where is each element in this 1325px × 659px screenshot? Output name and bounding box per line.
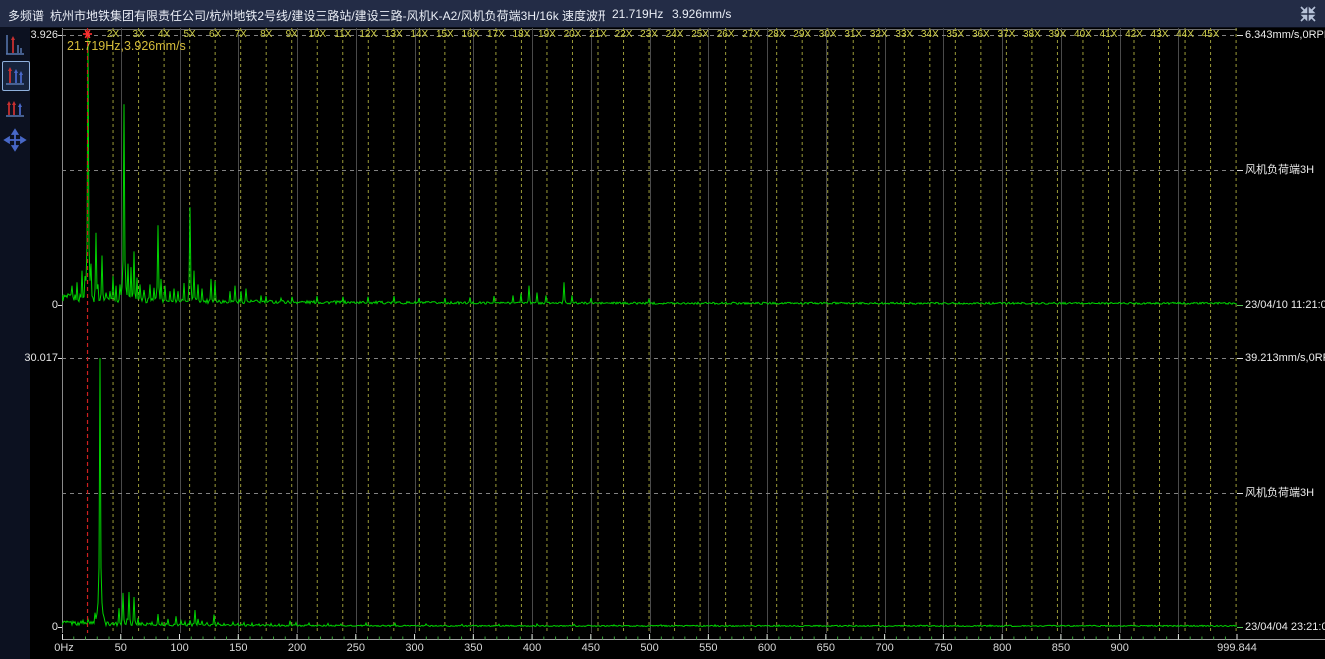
collapse-icon[interactable]: [1299, 5, 1317, 23]
harmonic-spectrum-icon: [3, 95, 27, 121]
x-axis-tick-label: 750: [934, 642, 952, 654]
x-axis-end-label: 999.844: [1217, 642, 1257, 654]
x-axis-tick-label: 650: [817, 642, 835, 654]
pan-move-icon: [3, 127, 27, 153]
multi-spectrum-tool[interactable]: [2, 61, 30, 91]
pan-move-tool[interactable]: [2, 126, 30, 156]
harmonic-spectrum-tool[interactable]: [2, 94, 30, 124]
chart2-ymax-label: 30.017: [18, 352, 58, 364]
multi-spectrum-icon: [3, 62, 27, 88]
tool-sidebar: [0, 27, 30, 659]
x-axis-tick-label: 400: [523, 642, 541, 654]
x-axis-tick-label: 800: [993, 642, 1011, 654]
x-axis-origin-label: 0Hz: [54, 642, 74, 654]
spectrum-plot-area[interactable]: 21.719Hz,3.926mm/s 2X3X4X5X6X7X8X9X10X11…: [62, 28, 1237, 633]
app-title: 多频谱: [8, 7, 44, 24]
x-axis-tick-label: 250: [347, 642, 365, 654]
chart1-overall-label: 6.343mm/s,0RPM: [1245, 29, 1325, 41]
x-axis-tick-label: 50: [115, 642, 127, 654]
chart2-overall-label: 39.213mm/s,0RPM: [1245, 352, 1325, 364]
cursor-value-label: 21.719Hz,3.926mm/s: [67, 39, 186, 53]
chart1-date-label: 23/04/10 11:21:0: [1245, 299, 1325, 311]
x-axis-tick-label: 200: [288, 642, 306, 654]
chart1-ymax-label: 3.926: [18, 29, 58, 41]
chart2-date-label: 23/04/04 23:21:0: [1245, 621, 1325, 633]
x-axis-tick-label: 450: [582, 642, 600, 654]
x-axis-tick-label: 550: [699, 642, 717, 654]
multi-spectrum-app: { "titlebar": { "app_title": "多频谱", "pat…: [0, 0, 1325, 659]
x-axis-tick-label: 100: [170, 642, 188, 654]
chart2-channel-label: 风机负荷端3H: [1245, 487, 1314, 499]
x-axis-tick-label: 150: [229, 642, 247, 654]
x-axis-tick-label: 900: [1110, 642, 1128, 654]
x-axis-tick-label: 850: [1052, 642, 1070, 654]
x-axis: 0Hz5010015020025030035040045050055060065…: [62, 633, 1325, 659]
chart1-channel-label: 风机负荷端3H: [1245, 164, 1314, 176]
x-axis-tick-label: 300: [405, 642, 423, 654]
measurement-path: 杭州市地铁集团有限责任公司/杭州地铁2号线/建设三路站/建设三路-风机K-A2/…: [50, 7, 605, 24]
cursor-frequency-readout: 21.719Hz: [612, 7, 663, 21]
title-bar: 多频谱 杭州市地铁集团有限责任公司/杭州地铁2号线/建设三路站/建设三路-风机K…: [0, 0, 1325, 28]
chart1-yzero-label: 0: [18, 299, 58, 311]
x-axis-tick-label: 500: [640, 642, 658, 654]
x-axis-tick-label: 350: [464, 642, 482, 654]
cursor-amplitude-readout: 3.926mm/s: [672, 7, 731, 21]
x-axis-tick-label: 700: [875, 642, 893, 654]
x-axis-tick-label: 600: [758, 642, 776, 654]
chart2-yzero-label: 0: [18, 621, 58, 633]
